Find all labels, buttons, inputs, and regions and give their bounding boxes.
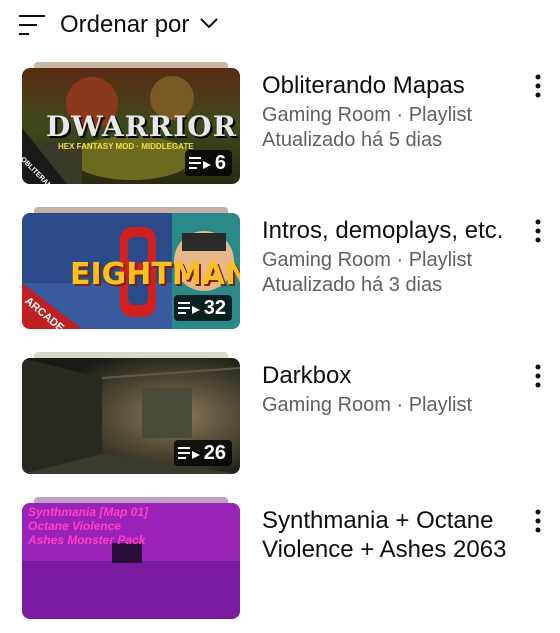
thumbnail-stack[interactable]: Synthmania [Map 01] Octane Violence Ashe…: [22, 497, 240, 625]
playlist-icon: [177, 447, 200, 459]
playlist-title[interactable]: Intros, demoplays, etc.: [262, 216, 532, 245]
thumbnail-text-line-2: Octane Violence: [28, 519, 121, 533]
thumbnail-stack[interactable]: 26: [22, 352, 240, 480]
more-options-icon[interactable]: [531, 509, 545, 533]
thumbnail-text-line-1: Synthmania [Map 01]: [28, 505, 149, 519]
playlist-meta: Gaming Room · Playlist: [262, 249, 473, 271]
sort-icon[interactable]: [19, 13, 47, 37]
playlist-title[interactable]: Obliterando Mapas: [262, 71, 532, 100]
playlist-title[interactable]: Synthmania + Octane Violence + Ashes 206…: [262, 506, 532, 564]
playlist-thumbnail[interactable]: 26: [22, 358, 240, 474]
playlist-thumbnail[interactable]: DWARRIOR HEX FANTASY MOD · MIDDLEGATE OB…: [22, 68, 240, 184]
playlist-title[interactable]: Darkbox: [262, 361, 532, 390]
video-count-badge: 26: [173, 440, 232, 466]
thumbnail-stack[interactable]: DWARRIOR HEX FANTASY MOD · MIDDLEGATE OB…: [22, 62, 240, 190]
thumbnail-subtitle-text: HEX FANTASY MOD · MIDDLEGATE: [58, 142, 194, 151]
thumbnail-text-line-3: Ashes Monster Pack: [28, 533, 146, 547]
chevron-down-icon[interactable]: [198, 12, 220, 34]
playlist-meta: Gaming Room · Playlist: [262, 394, 473, 416]
more-options-icon[interactable]: [531, 364, 545, 388]
sort-bar: Ordenar por: [0, 0, 560, 52]
playlist-item[interactable]: Synthmania [Map 01] Octane Violence Ashe…: [0, 497, 560, 633]
video-count-badge: 32: [173, 295, 232, 321]
video-count: 32: [203, 296, 226, 319]
playlist-thumbnail[interactable]: EIGHTMAN ARCADE 32: [22, 213, 240, 329]
video-count: 26: [203, 441, 226, 464]
playlist-icon: [188, 157, 211, 169]
thumbnail-title-text: EIGHTMAN: [70, 257, 240, 292]
thumbnail-title-text: DWARRIOR: [46, 110, 237, 143]
more-options-icon[interactable]: [531, 219, 545, 243]
playlist-thumbnail[interactable]: Synthmania [Map 01] Octane Violence Ashe…: [22, 503, 240, 619]
playlist-item[interactable]: 26 Darkbox Gaming Room · Playlist: [0, 352, 560, 488]
playlist-item[interactable]: EIGHTMAN ARCADE 32 Intros, demoplays, et…: [0, 207, 560, 343]
playlist-item[interactable]: DWARRIOR HEX FANTASY MOD · MIDDLEGATE OB…: [0, 62, 560, 198]
more-options-icon[interactable]: [531, 74, 545, 98]
thumbnail-stack[interactable]: EIGHTMAN ARCADE 32: [22, 207, 240, 335]
playlist-icon: [177, 302, 200, 314]
playlist-meta: Gaming Room · Playlist: [262, 104, 473, 126]
sort-label[interactable]: Ordenar por: [60, 10, 189, 40]
video-count: 6: [214, 151, 226, 174]
playlist-updated: Atualizado há 3 dias: [262, 274, 443, 296]
video-count-badge: 6: [184, 150, 232, 176]
playlist-updated: Atualizado há 5 dias: [262, 129, 443, 151]
